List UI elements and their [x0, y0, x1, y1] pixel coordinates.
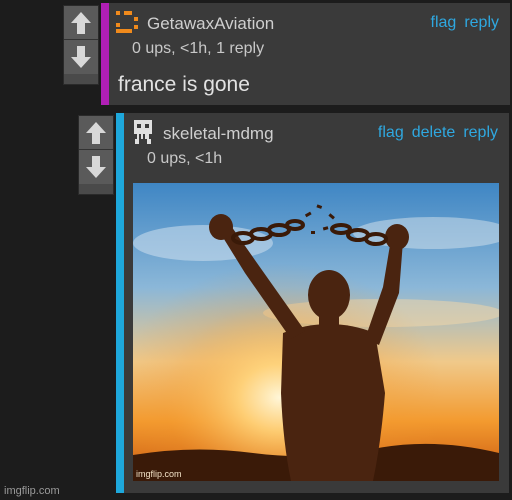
- down-arrow-icon: [71, 46, 91, 68]
- comment-actions: flag reply: [431, 14, 499, 32]
- site-watermark: imgflip.com: [4, 485, 60, 497]
- image-watermark: imgflip.com: [136, 469, 182, 479]
- comment-1: GetawaxAviation 0 ups, <1h, 1 reply flag…: [101, 3, 510, 105]
- skull-pixel-avatar-icon: [134, 120, 152, 144]
- comment-2: skeletal-mdmg 0 ups, <1h flag delete rep…: [116, 113, 509, 493]
- down-arrow-icon: [86, 156, 106, 178]
- flag-link[interactable]: flag: [431, 14, 457, 32]
- comment-accent-bar: [101, 3, 109, 105]
- downvote-button[interactable]: [64, 40, 98, 74]
- comment-username[interactable]: GetawaxAviation: [147, 14, 274, 34]
- upvote-button[interactable]: [79, 116, 113, 150]
- up-arrow-icon: [71, 11, 91, 34]
- comment-image[interactable]: imgflip.com: [133, 183, 499, 481]
- comment-meta: 0 ups, <1h, 1 reply: [132, 40, 265, 57]
- vote-column-1: [63, 5, 99, 85]
- flag-link[interactable]: flag: [378, 124, 404, 142]
- comment-accent-bar: [116, 113, 124, 493]
- comment-actions: flag delete reply: [378, 124, 498, 142]
- orange-pixel-avatar-icon: [116, 11, 138, 33]
- downvote-button[interactable]: [79, 150, 113, 184]
- vote-column-2: [78, 115, 114, 195]
- delete-link[interactable]: delete: [412, 124, 456, 142]
- comment-username[interactable]: skeletal-mdmg: [163, 124, 274, 144]
- reply-link[interactable]: reply: [463, 124, 498, 142]
- comment-meta: 0 ups, <1h: [147, 150, 223, 167]
- reply-link[interactable]: reply: [464, 14, 499, 32]
- comment-body: france is gone: [118, 73, 250, 96]
- up-arrow-icon: [86, 121, 106, 144]
- upvote-button[interactable]: [64, 6, 98, 40]
